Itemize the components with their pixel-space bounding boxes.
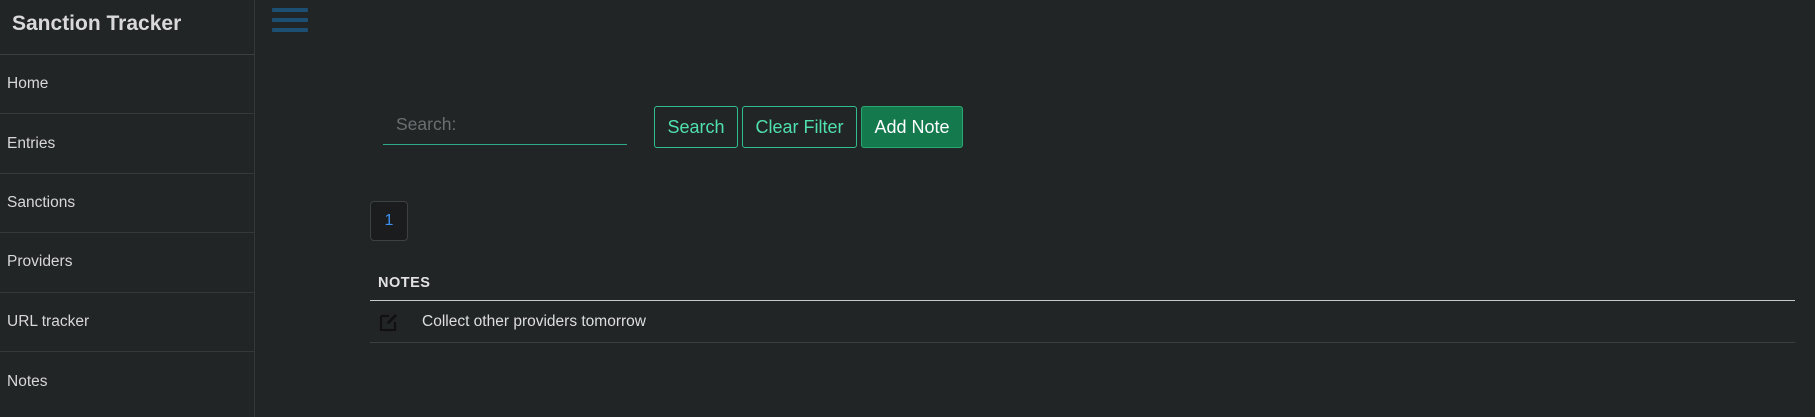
hamburger-bar (272, 28, 308, 32)
pagination-page-1[interactable]: 1 (370, 201, 408, 241)
search-input[interactable] (383, 108, 627, 145)
notes-header: NOTES (370, 265, 1795, 301)
sidebar-item-entries[interactable]: Entries (0, 114, 254, 174)
sidebar-item-providers[interactable]: Providers (0, 233, 254, 293)
hamburger-menu-icon[interactable] (272, 8, 308, 38)
note-text: Collect other providers tomorrow (422, 312, 646, 330)
sidebar-item-home[interactable]: Home (0, 55, 254, 115)
hamburger-bar (272, 18, 308, 22)
edit-icon[interactable] (370, 311, 422, 333)
sidebar-item-sanctions[interactable]: Sanctions (0, 174, 254, 234)
notes-table: NOTES Collect other providers tomorrow (370, 265, 1795, 343)
hamburger-bar (272, 8, 308, 12)
sidebar-item-notes[interactable]: Notes (0, 352, 254, 411)
clear-filter-button[interactable]: Clear Filter (742, 106, 857, 148)
add-note-button[interactable]: Add Note (861, 106, 963, 148)
sidebar: Sanction Tracker Home Entries Sanctions … (0, 0, 255, 417)
search-button[interactable]: Search (654, 106, 738, 148)
sidebar-item-url-tracker[interactable]: URL tracker (0, 293, 254, 352)
app-title: Sanction Tracker (0, 0, 254, 55)
table-row: Collect other providers tomorrow (370, 301, 1795, 343)
